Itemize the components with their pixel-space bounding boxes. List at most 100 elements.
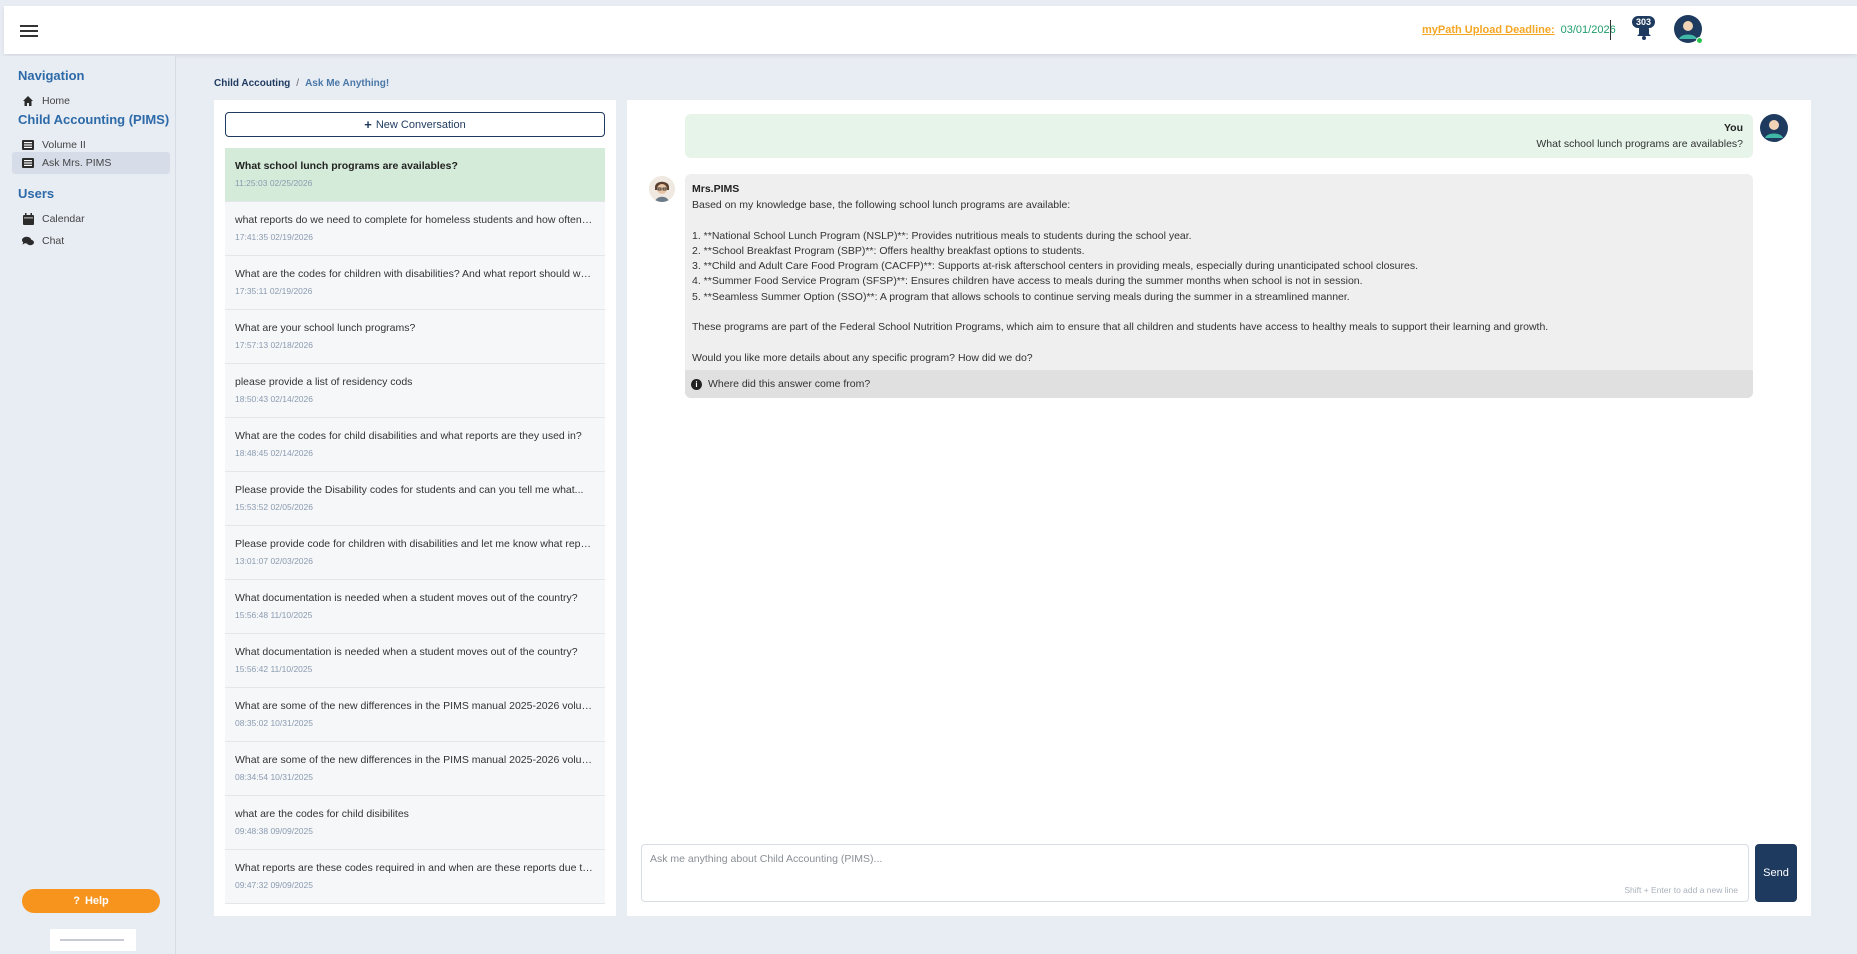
conversation-item[interactable]: Please provide code for children with di… bbox=[225, 526, 605, 580]
upload-deadline: myPath Upload Deadline: 03/01/2026 bbox=[1422, 24, 1616, 36]
answer-source-label: Where did this answer come from? bbox=[708, 378, 871, 390]
breadcrumb-current: Ask Me Anything! bbox=[305, 78, 390, 89]
conversation-item[interactable]: What school lunch programs are available… bbox=[225, 148, 605, 202]
sidebar-item-label: Ask Mrs. PIMS bbox=[42, 157, 112, 169]
chat-panel: You What school lunch programs are avail… bbox=[627, 100, 1811, 916]
conversation-time: 17:41:35 02/19/2026 bbox=[235, 232, 313, 242]
nav-section-title: Users bbox=[18, 186, 55, 201]
new-conversation-button[interactable]: + New Conversation bbox=[225, 112, 605, 137]
conversation-question: What are the codes for children with dis… bbox=[235, 268, 595, 280]
conversation-item[interactable]: please provide a list of residency cods 1… bbox=[225, 364, 605, 418]
bot-avatar-icon bbox=[649, 176, 675, 202]
user-message-text: What school lunch programs are available… bbox=[1536, 138, 1743, 150]
conversation-item[interactable]: What are the codes for child disabilitie… bbox=[225, 418, 605, 472]
sidebar-item-ask-mrs-pims[interactable]: Ask Mrs. PIMS bbox=[12, 152, 170, 174]
book-icon bbox=[22, 157, 34, 169]
conversation-question: What are some of the new differences in … bbox=[235, 754, 595, 766]
bot-message-line: 1. **National School Lunch Program (NSLP… bbox=[692, 229, 1192, 242]
user-message: You What school lunch programs are avail… bbox=[685, 114, 1753, 158]
bot-name: Mrs.PIMS bbox=[692, 183, 740, 195]
conversation-time: 15:53:52 02/05/2026 bbox=[235, 502, 313, 512]
conversation-time: 09:47:32 09/09/2025 bbox=[235, 880, 313, 890]
conversation-time: 15:56:42 11/10/2025 bbox=[235, 664, 313, 674]
conversation-item[interactable]: What documentation is needed when a stud… bbox=[225, 580, 605, 634]
conversation-item[interactable]: what reports do we need to complete for … bbox=[225, 202, 605, 256]
bot-message-line: 5. **Seamless Summer Option (SSO)**: A p… bbox=[692, 290, 1350, 303]
conversation-list: What school lunch programs are available… bbox=[225, 148, 605, 904]
book-icon bbox=[22, 139, 34, 151]
bot-message-line: Would you like more details about any sp… bbox=[692, 351, 1033, 364]
bot-message-line bbox=[692, 213, 1548, 228]
conversation-item[interactable]: What are the codes for children with dis… bbox=[225, 256, 605, 310]
bot-message-line: These programs are part of the Federal S… bbox=[692, 321, 1549, 334]
conversation-time: 18:50:43 02/14/2026 bbox=[235, 394, 313, 404]
new-conversation-label: New Conversation bbox=[375, 118, 466, 131]
bot-message-body: Based on my knowledge base, the followin… bbox=[692, 198, 1548, 366]
conversation-question: Please provide the Disability codes for … bbox=[235, 484, 584, 496]
notification-badge: 303 bbox=[1632, 16, 1656, 28]
sidebar: Navigation Home Child Accounting (PIMS) … bbox=[4, 56, 176, 954]
deadline-link[interactable]: myPath Upload Deadline: bbox=[1422, 24, 1555, 36]
user-avatar[interactable] bbox=[1674, 15, 1703, 44]
sidebar-item-chat[interactable]: Chat bbox=[12, 230, 170, 252]
conversation-question: What documentation is needed when a stud… bbox=[235, 646, 578, 658]
sidebar-item-label: Volume II bbox=[42, 139, 86, 151]
conversation-time: 17:35:11 02/19/2026 bbox=[235, 286, 313, 296]
question-icon: ? bbox=[73, 895, 80, 907]
breadcrumb: Child Accouting / Ask Me Anything! bbox=[214, 78, 389, 89]
bot-message: Mrs.PIMS Based on my knowledge base, the… bbox=[685, 174, 1753, 398]
notifications-button[interactable]: 303 bbox=[1632, 16, 1656, 42]
conversation-question: What reports are these codes required in… bbox=[235, 862, 595, 874]
breadcrumb-root[interactable]: Child Accouting bbox=[214, 78, 290, 89]
conversation-item[interactable]: Please provide the Disability codes for … bbox=[225, 472, 605, 526]
info-icon: i bbox=[691, 378, 702, 390]
nav-section-title: Navigation bbox=[18, 68, 85, 83]
input-hint: Shift + Enter to add a new line bbox=[1624, 885, 1738, 895]
divider bbox=[1610, 20, 1611, 40]
conversation-item[interactable]: What are some of the new differences in … bbox=[225, 742, 605, 796]
conversation-question: What are your school lunch programs? bbox=[235, 322, 416, 334]
conversation-question: What are some of the new differences in … bbox=[235, 700, 595, 712]
deadline-date: 03/01/2026 bbox=[1560, 24, 1616, 36]
conversation-item[interactable]: what are the codes for child disibilites… bbox=[225, 796, 605, 850]
calendar-icon bbox=[22, 213, 34, 225]
chat-input[interactable] bbox=[642, 845, 1748, 901]
conversation-question: What school lunch programs are available… bbox=[235, 160, 458, 172]
home-icon bbox=[22, 95, 34, 107]
chat-input-box: Shift + Enter to add a new line bbox=[641, 844, 1749, 902]
plus-icon: + bbox=[364, 117, 372, 132]
nav-section-title: Child Accounting (PIMS) bbox=[18, 112, 170, 127]
conversation-question: Please provide code for children with di… bbox=[235, 538, 595, 550]
conversation-question: What are the codes for child disabilitie… bbox=[235, 430, 582, 442]
sidebar-item-calendar[interactable]: Calendar bbox=[12, 208, 170, 230]
bot-message-line bbox=[692, 305, 1548, 320]
menu-icon[interactable] bbox=[20, 25, 38, 37]
sidebar-item-label: Home bbox=[42, 95, 71, 107]
conversation-time: 15:56:48 11/10/2025 bbox=[235, 610, 313, 620]
sidebar-item-label: Calendar bbox=[42, 213, 85, 225]
conversation-panel: + New Conversation What school lunch pro… bbox=[214, 100, 616, 916]
conversation-question: what reports do we need to complete for … bbox=[235, 214, 595, 226]
help-button[interactable]: ? Help bbox=[22, 889, 160, 913]
conversation-item[interactable]: What documentation is needed when a stud… bbox=[225, 634, 605, 688]
footer-logo bbox=[50, 929, 136, 951]
sidebar-item-label: Chat bbox=[42, 235, 65, 247]
send-button[interactable]: Send bbox=[1755, 844, 1797, 902]
conversation-question: What documentation is needed when a stud… bbox=[235, 592, 578, 604]
conversation-item[interactable]: What are your school lunch programs? 17:5… bbox=[225, 310, 605, 364]
conversation-time: 09:48:38 09/09/2025 bbox=[235, 826, 313, 836]
conversation-item[interactable]: What are some of the new differences in … bbox=[225, 688, 605, 742]
conversation-item[interactable]: What reports are these codes required in… bbox=[225, 850, 605, 904]
conversation-time: 18:48:45 02/14/2026 bbox=[235, 448, 313, 458]
sidebar-item-home[interactable]: Home bbox=[12, 90, 170, 112]
conversation-time: 13:01:07 02/03/2026 bbox=[235, 556, 313, 566]
conversation-time: 11:25:03 02/25/2026 bbox=[235, 178, 313, 188]
help-label: Help bbox=[84, 895, 109, 907]
conversation-question: what are the codes for child disibilites bbox=[235, 808, 409, 820]
answer-source-toggle[interactable]: i Where did this answer come from? bbox=[685, 370, 1753, 398]
conversation-time: 08:35:02 10/31/2025 bbox=[235, 718, 313, 728]
bot-message-line: 4. **Summer Food Service Program (SFSP)*… bbox=[692, 275, 1363, 288]
bot-message-line: 3. **Child and Adult Care Food Program (… bbox=[692, 260, 1419, 273]
top-bar: myPath Upload Deadline: 03/01/2026 303 bbox=[4, 6, 1857, 54]
bot-message-line bbox=[692, 336, 1548, 351]
